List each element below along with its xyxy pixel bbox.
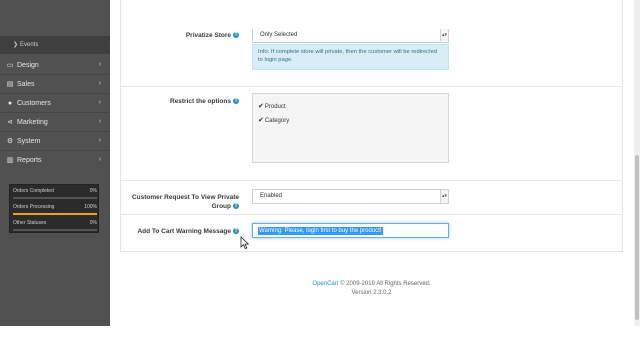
gear-icon: ⚙ bbox=[6, 138, 14, 145]
restrict-options-label: Restrict the options? bbox=[140, 98, 239, 105]
sidebar-item-customers[interactable]: ● Customers › bbox=[0, 94, 110, 113]
sidebar-item-label: System bbox=[17, 138, 41, 145]
chevron-right-icon: › bbox=[98, 80, 101, 87]
mouse-cursor-icon bbox=[240, 236, 250, 250]
version-text: Version 2.3.0.2 bbox=[351, 290, 392, 296]
app-window: ❯ Events ▭ Design › ▤ Sales › ● Customer… bbox=[0, 0, 640, 360]
check-icon: ✔ bbox=[258, 117, 264, 124]
progress-bar bbox=[13, 229, 97, 231]
bar-chart-icon: ▥ bbox=[6, 157, 14, 164]
sidebar-item-label: Customers bbox=[17, 100, 51, 107]
label-text: Add To Cart Warning Message bbox=[137, 228, 231, 235]
option-label: Product bbox=[264, 104, 286, 110]
option-label: Category bbox=[264, 118, 290, 124]
sidebar-item-system[interactable]: ⚙ System › bbox=[0, 132, 110, 151]
check-icon: ✔ bbox=[258, 103, 264, 110]
stat-value: 100% bbox=[84, 204, 97, 210]
row-divider bbox=[120, 86, 623, 87]
cart-icon: ▤ bbox=[6, 81, 14, 88]
privatize-info-box: Info: If complete store will private, th… bbox=[252, 44, 449, 70]
row-divider bbox=[120, 214, 623, 215]
input-value: Warning: Please, login first to buy the … bbox=[258, 227, 383, 235]
chevron-right-icon: › bbox=[98, 99, 101, 106]
sidebar-subitem-label: Events bbox=[20, 42, 39, 48]
info-text: Info: If complete store will private, th… bbox=[258, 49, 438, 63]
progress-fill bbox=[13, 213, 97, 215]
sidebar-item-label: Reports bbox=[17, 157, 42, 164]
label-text: Restrict the options bbox=[169, 98, 231, 105]
sidebar-item-label: Sales bbox=[17, 81, 35, 88]
bottom-strip bbox=[0, 326, 640, 360]
chevron-down-icon: ▴▾ bbox=[440, 190, 448, 203]
share-icon: ⋖ bbox=[7, 119, 13, 126]
stat-label: Other Statuses bbox=[13, 220, 47, 226]
customer-request-select[interactable]: Enabled ▴▾ bbox=[252, 189, 449, 204]
help-icon[interactable]: ? bbox=[233, 98, 239, 105]
sidebar-item-design[interactable]: ▭ Design › bbox=[0, 56, 110, 75]
sidebar: ❯ Events ▭ Design › ▤ Sales › ● Customer… bbox=[0, 0, 110, 326]
stat-other-statuses: Other Statuses 0% bbox=[13, 220, 97, 226]
privatize-store-select[interactable]: Only Selected ▴▾ bbox=[252, 29, 449, 43]
chevron-right-icon: ❯ bbox=[13, 42, 19, 48]
restrict-options-list: ✔Product ✔Category bbox=[252, 93, 449, 163]
order-stats-widget: Orders Completed 0% Orders Processing 10… bbox=[9, 184, 99, 233]
option-category-checkbox[interactable]: ✔Category bbox=[258, 116, 289, 124]
stat-label: Orders Processing bbox=[13, 204, 55, 210]
sidebar-item-label: Marketing bbox=[17, 119, 48, 126]
sidebar-subitem-events[interactable]: ❯ Events bbox=[0, 36, 110, 54]
stat-label: Orders Completed bbox=[13, 188, 54, 194]
progress-bar bbox=[13, 213, 97, 215]
warning-message-label: Add To Cart Warning Message? bbox=[135, 228, 239, 235]
chevron-right-icon: › bbox=[98, 118, 101, 125]
main-content: Privatize Store? Only Selected ▴▾ Info: … bbox=[110, 0, 634, 326]
label-text: Privatize Store bbox=[185, 32, 231, 39]
stat-orders-completed: Orders Completed 0% bbox=[13, 188, 97, 194]
stat-value: 0% bbox=[89, 220, 97, 226]
sidebar-item-label: Design bbox=[17, 62, 39, 69]
row-divider bbox=[120, 180, 623, 181]
privatize-store-label: Privatize Store? bbox=[140, 32, 239, 39]
sidebar-item-reports[interactable]: ▥ Reports › bbox=[0, 151, 110, 170]
copyright-text: © 2009-2019 All Rights Reserved. bbox=[340, 281, 431, 287]
help-icon[interactable]: ? bbox=[233, 203, 239, 210]
help-icon[interactable]: ? bbox=[233, 228, 239, 235]
warning-message-input[interactable]: Warning: Please, login first to buy the … bbox=[252, 223, 449, 238]
help-icon[interactable]: ? bbox=[233, 32, 239, 39]
chevron-right-icon: › bbox=[98, 137, 101, 144]
sidebar-item-marketing[interactable]: ⋖ Marketing › bbox=[0, 113, 110, 132]
opencart-link[interactable]: OpenCart bbox=[312, 281, 338, 287]
progress-bar bbox=[13, 197, 97, 199]
customer-request-label: Customer Request To View Private Group? bbox=[125, 193, 239, 211]
chevron-down-icon: ▴▾ bbox=[440, 29, 448, 41]
footer-copyright: OpenCart © 2009-2019 All Rights Reserved… bbox=[120, 281, 623, 287]
stat-value: 0% bbox=[89, 188, 97, 194]
option-product-checkbox[interactable]: ✔Product bbox=[258, 102, 286, 110]
select-value: Only Selected bbox=[260, 32, 298, 38]
user-icon: ● bbox=[7, 100, 13, 107]
scrollbar-thumb[interactable] bbox=[635, 155, 639, 320]
label-text: Group bbox=[211, 203, 232, 210]
scrollbar[interactable] bbox=[634, 0, 640, 326]
chevron-right-icon: › bbox=[98, 156, 101, 163]
label-text: Customer Request To View Private bbox=[131, 194, 239, 201]
chevron-right-icon: › bbox=[98, 61, 101, 68]
footer-version: Version 2.3.0.2 bbox=[120, 290, 623, 296]
stat-orders-processing: Orders Processing 100% bbox=[13, 204, 97, 210]
select-value: Enabled bbox=[260, 193, 283, 199]
sidebar-item-sales[interactable]: ▤ Sales › bbox=[0, 75, 110, 94]
monitor-icon: ▭ bbox=[6, 62, 14, 69]
